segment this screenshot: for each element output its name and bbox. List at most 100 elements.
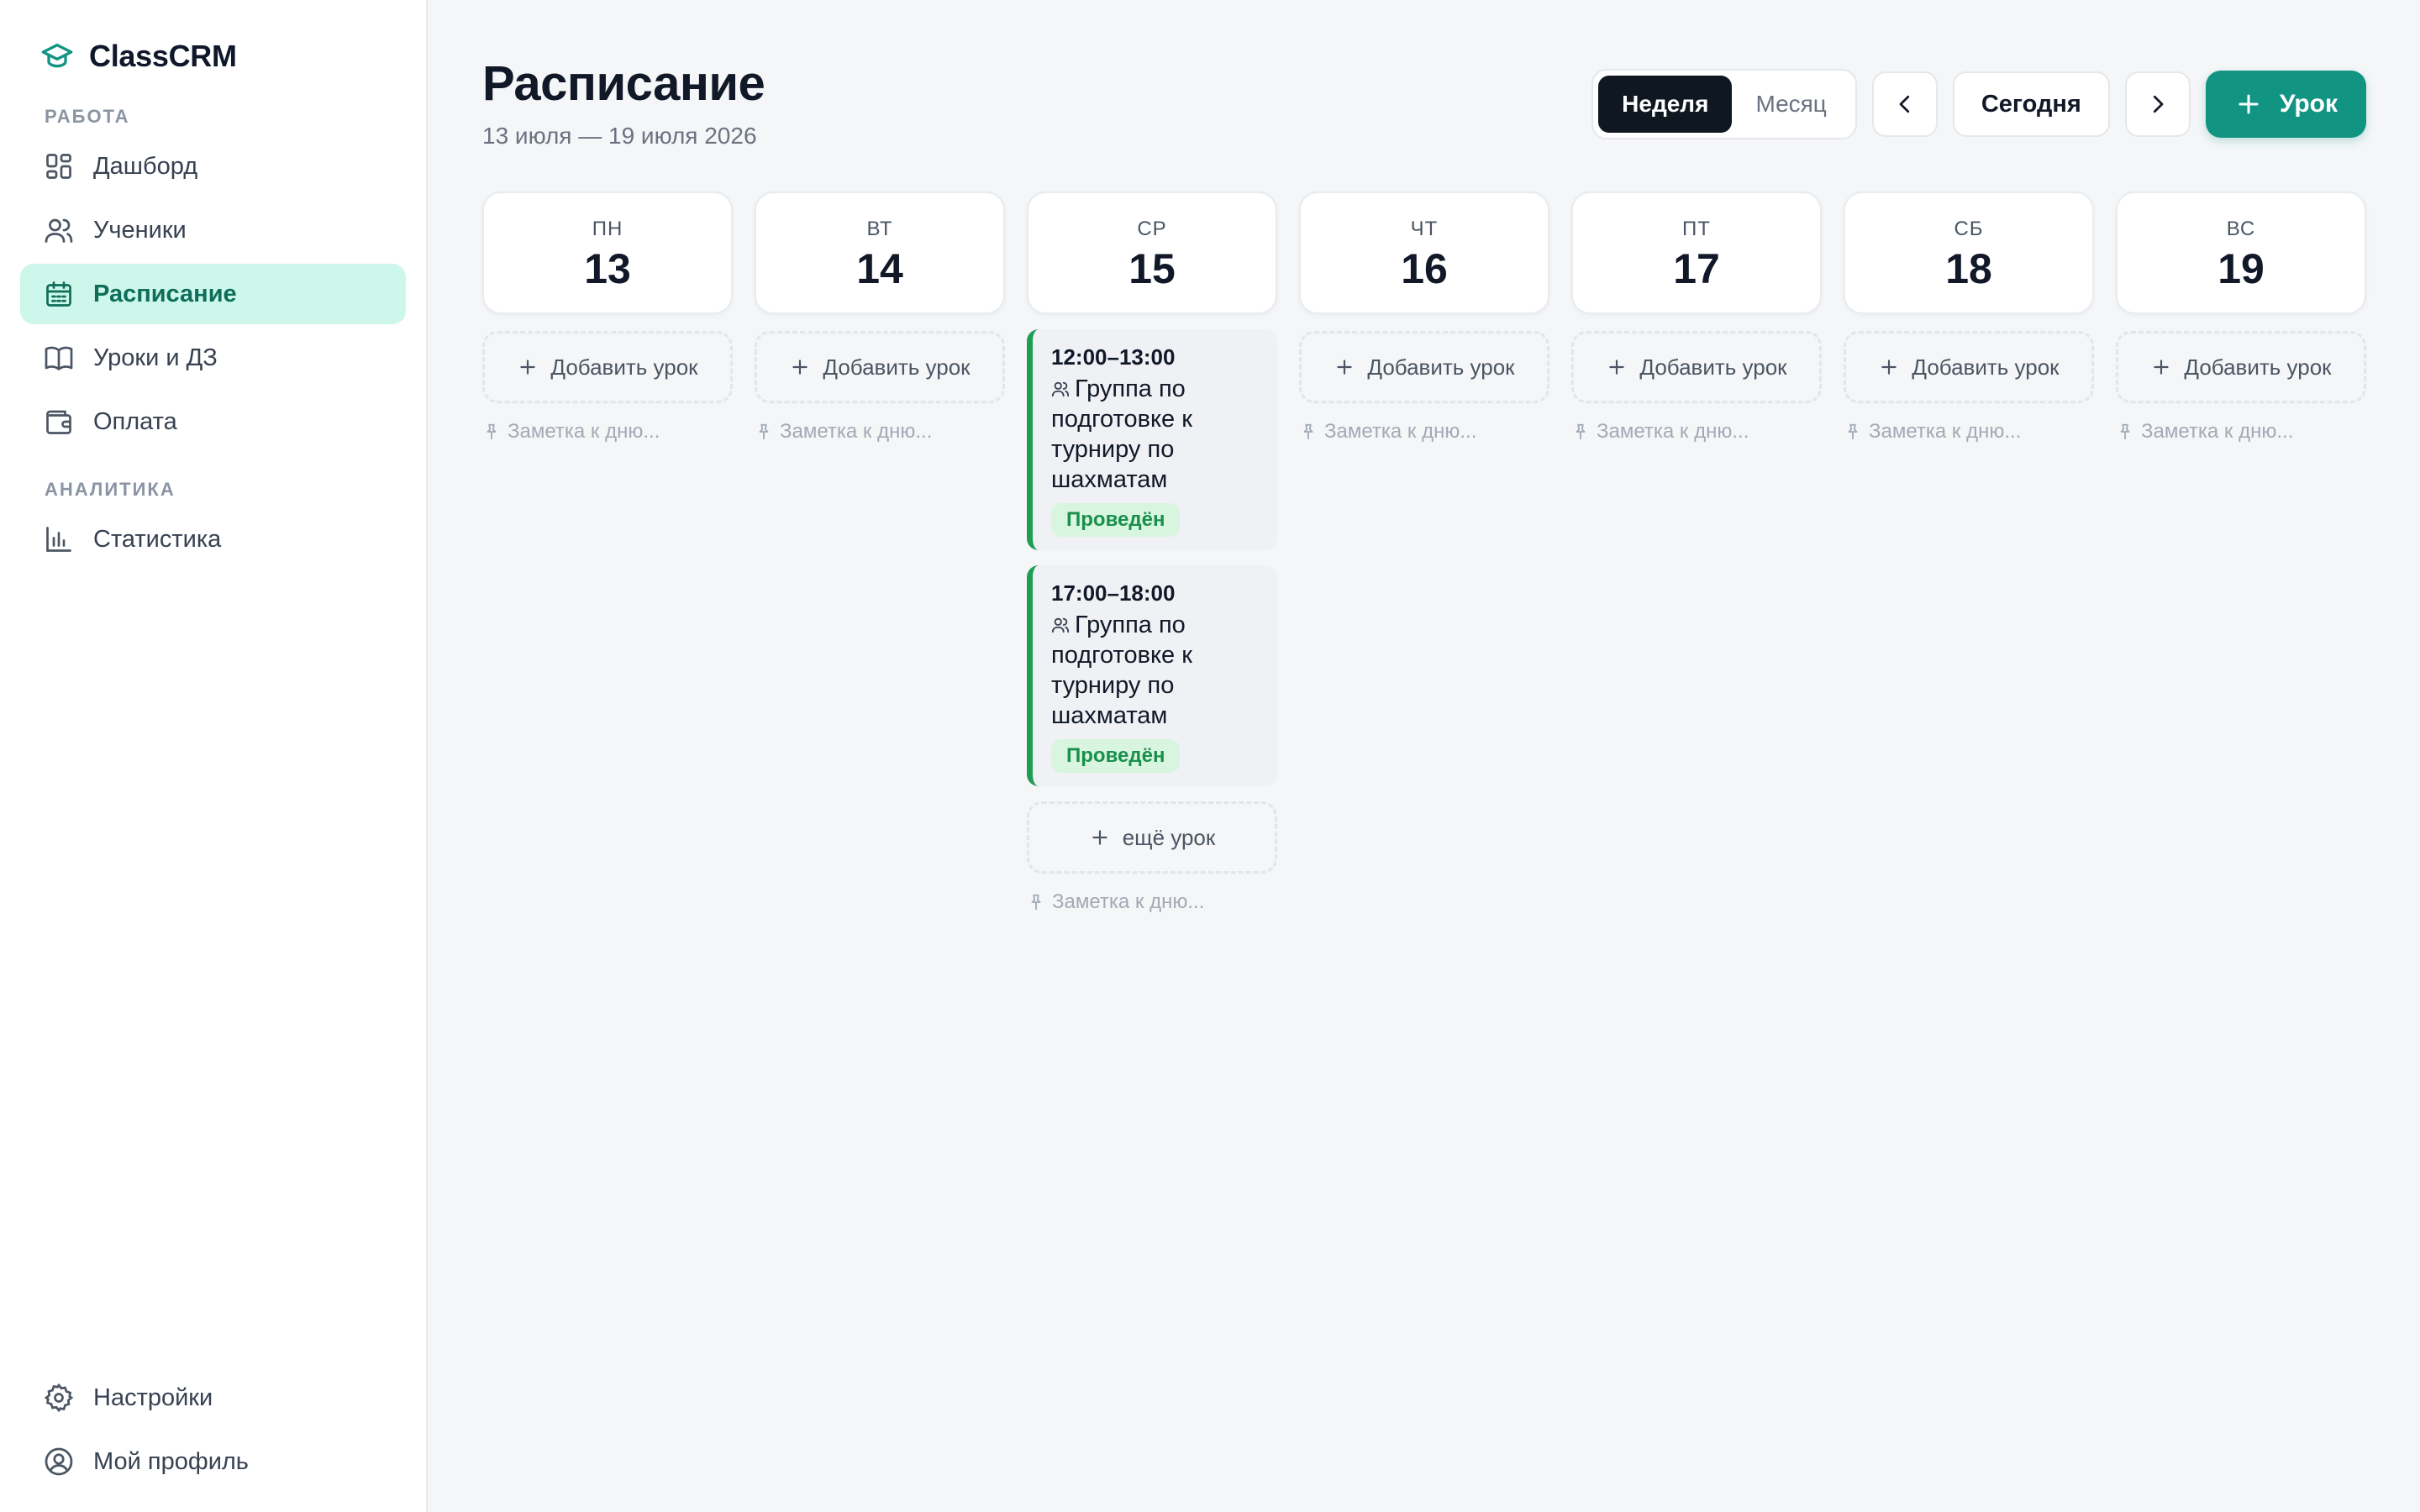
day-number: 13	[584, 245, 631, 292]
add-lesson-slot-label: Добавить урок	[2184, 354, 2332, 380]
sidebar-item-statistics[interactable]: Статистика	[20, 509, 406, 570]
day-number: 14	[856, 245, 903, 292]
day-note[interactable]: Заметка к дню...	[482, 420, 733, 444]
today-button[interactable]: Сегодня	[1952, 71, 2110, 137]
gear-icon	[44, 1383, 74, 1413]
status-badge: Проведён	[1051, 503, 1181, 537]
add-lesson-slot-label: Добавить урок	[550, 354, 698, 380]
day-column-tue: ВТ 14 Добавить урок Заметка к дню...	[755, 192, 1005, 914]
day-note[interactable]: Заметка к дню...	[2116, 420, 2366, 444]
add-lesson-slot[interactable]: Добавить урок	[755, 331, 1005, 403]
view-week-button[interactable]: Неделя	[1598, 76, 1733, 133]
lesson-title: Группа по подготовке к турниру по шахмат…	[1051, 612, 1192, 729]
sidebar-item-profile[interactable]: Мой профиль	[20, 1431, 406, 1492]
day-note[interactable]: Заметка к дню...	[1571, 420, 1822, 444]
date-range: 13 июля — 19 июля 2026	[482, 123, 757, 149]
day-header[interactable]: ВТ 14	[755, 192, 1005, 314]
pin-icon	[487, 423, 497, 440]
week-grid: ПН 13 Добавить урок Заметка к дню... ВТ …	[482, 192, 2366, 914]
add-lesson-slot[interactable]: Добавить урок	[482, 331, 733, 403]
day-column-mon: ПН 13 Добавить урок Заметка к дню...	[482, 192, 733, 914]
day-note-placeholder: Заметка к дню...	[1324, 420, 1477, 443]
pin-icon	[1303, 423, 1313, 440]
add-lesson-button[interactable]: Урок	[2205, 71, 2366, 138]
wallet-icon	[46, 410, 71, 434]
day-header[interactable]: ПН 13	[482, 192, 733, 314]
add-lesson-slot[interactable]: Добавить урок	[2116, 331, 2366, 403]
pin-icon	[1031, 894, 1041, 911]
day-note-placeholder: Заметка к дню...	[508, 420, 660, 443]
day-header[interactable]: СР 15	[1027, 192, 1277, 314]
add-lesson-slot[interactable]: Добавить урок	[1571, 331, 1822, 403]
sidebar-item-settings[interactable]: Настройки	[20, 1368, 406, 1428]
toolbar: Неделя Месяц Сегодня Урок	[1591, 69, 2366, 139]
add-lesson-slot-label: Добавить урок	[823, 354, 971, 380]
sidebar-item-label: Уроки и ДЗ	[93, 344, 218, 371]
prev-week-button[interactable]	[1871, 71, 1938, 137]
add-more-lesson-button[interactable]: ещё урок	[1027, 801, 1277, 874]
add-lesson-slot[interactable]: Добавить урок	[1844, 331, 2094, 403]
day-of-week: СБ	[1954, 218, 1984, 240]
sidebar-item-payment[interactable]: Оплата	[20, 391, 406, 452]
section-label-analytics: АНАЛИТИКА	[45, 479, 176, 500]
day-note-placeholder: Заметка к дню...	[780, 420, 933, 443]
chevron-left-icon	[1899, 95, 1909, 113]
users-icon	[45, 218, 73, 243]
add-lesson-slot-label: Добавить урок	[1639, 354, 1787, 380]
book-icon	[45, 346, 73, 370]
app-root: ClassCRM РАБОТА Дашборд Ученики Расписан…	[0, 0, 2420, 1512]
lesson-title-row: Группа по подготовке к турниру по шахмат…	[1051, 610, 1260, 731]
lesson-card[interactable]: 17:00–18:00 Группа по подготовке к турни…	[1027, 565, 1277, 786]
sidebar-item-dashboard[interactable]: Дашборд	[20, 136, 406, 197]
logo[interactable]: ClassCRM	[20, 29, 406, 84]
day-column-sat: СБ 18 Добавить урок Заметка к дню...	[1844, 192, 2094, 914]
lesson-card[interactable]: 12:00–13:00 Группа по подготовке к турни…	[1027, 329, 1277, 550]
plus-icon	[1337, 360, 1353, 375]
sidebar-top: ClassCRM РАБОТА Дашборд Ученики Расписан…	[20, 0, 406, 573]
day-note[interactable]: Заметка к дню...	[755, 420, 1005, 444]
bar-chart-icon	[46, 527, 71, 552]
lesson-title-row: Группа по подготовке к турниру по шахмат…	[1051, 374, 1260, 495]
day-of-week: ЧТ	[1410, 218, 1439, 240]
add-lesson-slot-label: Добавить урок	[1367, 354, 1515, 380]
sidebar-bottom: Настройки Мой профиль	[20, 1368, 406, 1495]
view-month-button[interactable]: Месяц	[1732, 76, 1849, 133]
day-note-placeholder: Заметка к дню...	[1052, 890, 1205, 913]
pin-icon	[1848, 423, 1858, 440]
day-note[interactable]: Заметка к дню...	[1299, 420, 1549, 444]
add-lesson-slot-label: Добавить урок	[1912, 354, 2060, 380]
pin-icon	[1576, 423, 1586, 440]
sidebar-item-students[interactable]: Ученики	[20, 200, 406, 260]
main-content: Расписание 13 июля — 19 июля 2026 Неделя…	[428, 0, 2420, 1512]
lesson-time: 17:00–18:00	[1051, 580, 1176, 606]
sidebar-item-label: Статистика	[93, 525, 222, 553]
day-column-wed: СР 15 12:00–13:00 Группа по подготовке к…	[1027, 192, 1277, 914]
day-note[interactable]: Заметка к дню...	[1844, 420, 2094, 444]
chevron-right-icon	[2153, 95, 2164, 113]
status-badge: Проведён	[1051, 739, 1181, 773]
day-header[interactable]: СБ 18	[1844, 192, 2094, 314]
sidebar-item-lessons[interactable]: Уроки и ДЗ	[20, 328, 406, 388]
sidebar-item-label: Расписание	[93, 280, 237, 307]
pin-icon	[2120, 423, 2130, 440]
sidebar-item-label: Дашборд	[93, 152, 198, 180]
day-number: 16	[1401, 245, 1448, 292]
day-of-week: ВТ	[866, 218, 893, 240]
add-more-lesson-label: ещё урок	[1122, 824, 1216, 850]
day-note[interactable]: Заметка к дню...	[1027, 890, 1277, 914]
sidebar-item-label: Ученики	[93, 216, 187, 244]
day-number: 19	[2217, 245, 2265, 292]
day-header[interactable]: ЧТ 16	[1299, 192, 1549, 314]
next-week-button[interactable]	[2124, 71, 2191, 137]
plus-icon	[520, 360, 536, 375]
day-header[interactable]: ВС 19	[2116, 192, 2366, 314]
add-lesson-slot[interactable]: Добавить урок	[1299, 331, 1549, 403]
page-header: Расписание 13 июля — 19 июля 2026 Неделя…	[482, 0, 2366, 192]
graduation-cap-icon	[41, 44, 73, 68]
sidebar-item-label: Настройки	[93, 1383, 213, 1411]
plus-icon	[792, 360, 808, 375]
day-column-sun: ВС 19 Добавить урок Заметка к дню...	[2116, 192, 2366, 914]
app-name: ClassCRM	[89, 39, 237, 73]
day-header[interactable]: ПТ 17	[1571, 192, 1822, 314]
sidebar-item-schedule[interactable]: Расписание	[20, 264, 406, 324]
